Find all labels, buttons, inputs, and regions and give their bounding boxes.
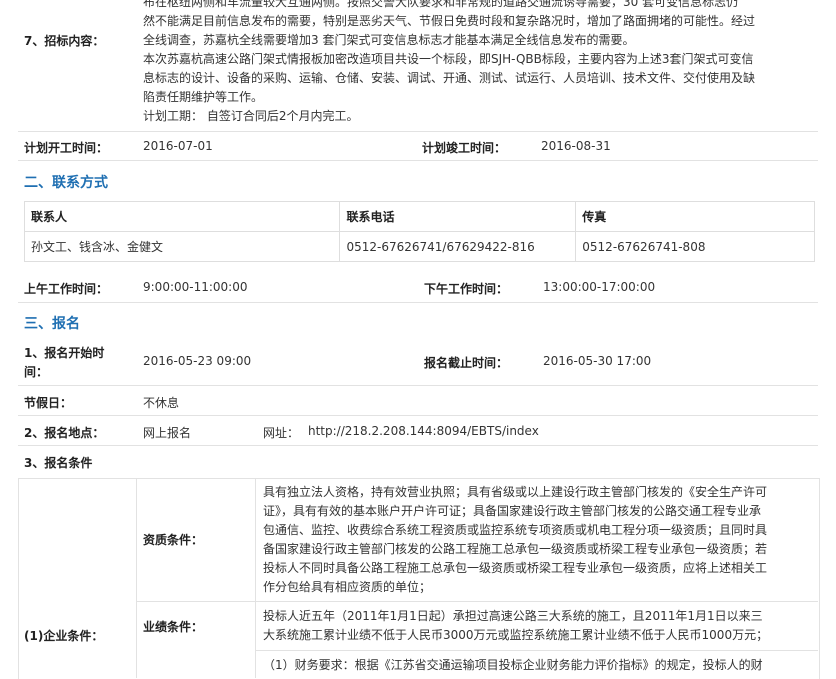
place-label: 2、报名地点： xyxy=(24,426,105,440)
item7-label: 7、招标内容： xyxy=(24,34,105,48)
column-divider xyxy=(136,478,137,678)
table-row: 孙文工、钱含冰、金健文 0512-67626741/67629422-816 0… xyxy=(23,231,815,262)
desc-line: 息标志的设计、设备的采购、运输、仓储、安装、调试、开通、测试、试运行、人员培训、… xyxy=(143,71,756,85)
signup-start-label: 1、报名开始时间： xyxy=(24,346,105,379)
header-contact-person: 联系人 xyxy=(23,201,341,232)
financial-text: （1）财务要求：根据《江苏省交通运输项目投标企业财务能力评价指标》的规定，投标人… xyxy=(263,658,763,672)
divider xyxy=(18,415,818,416)
holiday-value: 不休息 xyxy=(143,396,180,410)
divider xyxy=(18,131,818,132)
qual-line: 证》，具有有效的基本账户开户许可证；具备国家建设行政主管部门核发的公路交通工程专… xyxy=(263,504,762,518)
divider xyxy=(255,650,818,651)
plan-end-label: 计划竣工时间： xyxy=(422,141,507,155)
signup-start-value: 2016-05-23 09:00 xyxy=(143,354,252,368)
desc-line: 计划工期： 自签订合同后2个月内完工。 xyxy=(143,109,359,123)
qualification-text: 具有独立法人资格，持有效营业执照；具有省级或以上建设行政主管部门核发的《安全生产… xyxy=(263,483,813,597)
url-link[interactable]: http://218.2.208.144:8094/EBTS/index xyxy=(308,424,539,438)
qual-line: 作分包给具有相应资质的单位； xyxy=(263,580,432,594)
qualification-label: 资质条件： xyxy=(143,533,204,547)
header-fax: 传真 xyxy=(575,201,815,232)
divider xyxy=(18,385,818,386)
plan-end-value: 2016-08-31 xyxy=(541,139,611,153)
perf-line: 大系统施工累计业绩不低于人民币3000万元或监控系统施工累计业绩不低于人民币10… xyxy=(263,628,769,642)
desc-line: 本次苏嘉杭高速公路门架式情报板加密改造项目共设一个标段，即SJH-QBB标段，主… xyxy=(143,52,754,66)
performance-label: 业绩条件： xyxy=(143,620,204,634)
desc-line: 然不能满足目前信息发布的需要，特别是恶劣天气、节假日免费时段和复杂路况时，增加了… xyxy=(143,14,756,28)
divider xyxy=(18,302,818,303)
signup-deadline-value: 2016-05-30 17:00 xyxy=(543,354,652,368)
desc-line: 陷责任期维护等工作。 xyxy=(143,90,264,104)
url-label: 网址： xyxy=(263,426,300,440)
enterprise-label: (1)企业条件： xyxy=(24,629,104,643)
plan-start-value: 2016-07-01 xyxy=(143,139,213,153)
item7-description: 布在枢纽两侧和车流量较大互通两侧。按照交警大队要求和非常规的道路交通流诱导需要，… xyxy=(143,0,808,126)
conditions-label: 3、报名条件 xyxy=(24,456,93,470)
divider xyxy=(136,601,818,602)
qual-line: 投标人不同时具备公路工程施工总承包一级资质或桥梁工程专业承包一级资质，应将上述相… xyxy=(263,561,768,575)
place-value: 网上报名 xyxy=(143,426,192,440)
cell-phone: 0512-67626741/67629422-816 xyxy=(339,231,577,262)
qual-line: 具有独立法人资格，持有效营业执照；具有省级或以上建设行政主管部门核发的《安全生产… xyxy=(263,485,768,499)
pm-hours-value: 13:00:00-17:00:00 xyxy=(543,280,656,294)
header-phone: 联系电话 xyxy=(339,201,577,232)
cell-fax: 0512-67626741-808 xyxy=(575,231,815,262)
cell-contact-person: 孙文工、钱含冰、金健文 xyxy=(23,231,341,262)
desc-line: 全线调查，苏嘉杭全线需要增加3 套门架式可变信息标志才能基本满足全线信息发布的需… xyxy=(143,33,635,47)
divider xyxy=(18,445,818,446)
qual-line: 包通信、监控、收费综合系统工程资质或监控系统专项资质或机电工程分项一级资质；且同… xyxy=(263,523,768,537)
am-hours-value: 9:00:00-11:00:00 xyxy=(143,280,248,294)
column-divider xyxy=(255,478,256,678)
plan-start-label: 计划开工时间： xyxy=(24,141,109,155)
holiday-label: 节假日： xyxy=(24,396,73,410)
table-header-row: 联系人 联系电话 传真 xyxy=(23,201,815,232)
pm-hours-label: 下午工作时间： xyxy=(424,282,509,296)
section-title-signup: 三、报名 xyxy=(24,316,80,332)
am-hours-label: 上午工作时间： xyxy=(24,282,109,296)
perf-line: 投标人近五年（2011年1月1日起）承担过高速公路三大系统的施工，且2011年1… xyxy=(263,609,763,623)
desc-line: 布在枢纽两侧和车流量较大互通两侧。按照交警大队要求和非常规的道路交通流诱导需要，… xyxy=(143,0,739,9)
signup-deadline-label: 报名截止时间： xyxy=(424,356,509,370)
contact-table: 联系人 联系电话 传真 孙文工、钱含冰、金健文 0512-67626741/67… xyxy=(23,201,815,262)
divider xyxy=(18,160,818,161)
qual-line: 备国家建设行政主管部门核发的公路工程施工总承包一级资质或桥梁工程专业承包一级资质… xyxy=(263,542,768,556)
section-title-contact: 二、联系方式 xyxy=(24,175,108,191)
performance-text: 投标人近五年（2011年1月1日起）承担过高速公路三大系统的施工，且2011年1… xyxy=(263,607,813,645)
